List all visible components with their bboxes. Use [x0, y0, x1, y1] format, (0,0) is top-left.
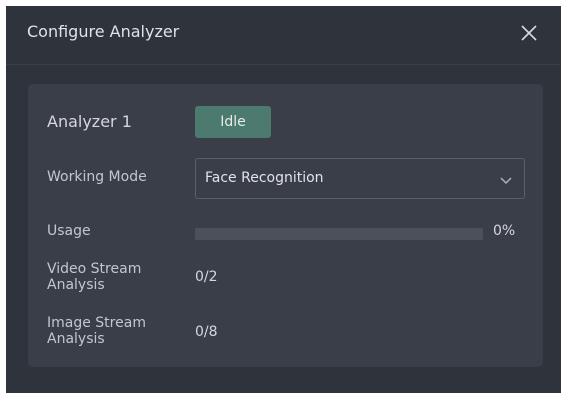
dialog-header: Configure Analyzer [6, 6, 561, 65]
analyzer-name: Analyzer 1 [47, 112, 132, 131]
working-mode-select[interactable]: Face Recognition [195, 158, 525, 199]
image-stream-value: 0/8 [195, 324, 218, 340]
usage-label: Usage [47, 223, 91, 239]
image-stream-label: Image Stream Analysis [47, 315, 187, 347]
configure-analyzer-dialog: Configure Analyzer Analyzer 1 Idle Worki… [6, 6, 561, 393]
working-mode-label: Working Mode [47, 169, 147, 185]
usage-percent: 0% [493, 223, 516, 239]
dialog-title: Configure Analyzer [27, 22, 180, 41]
video-stream-label-line2: Analysis [47, 277, 105, 293]
usage-progress-bar [195, 228, 483, 240]
close-button[interactable] [516, 20, 542, 46]
image-stream-label-line2: Analysis [47, 331, 105, 347]
close-icon [521, 25, 537, 41]
video-stream-label: Video Stream Analysis [47, 261, 187, 293]
video-stream-label-line1: Video Stream [47, 261, 142, 277]
chevron-down-icon [500, 177, 512, 185]
analyzer-panel: Analyzer 1 Idle Working Mode Face Recogn… [28, 84, 543, 367]
working-mode-value: Face Recognition [205, 170, 324, 186]
status-badge: Idle [195, 106, 271, 138]
image-stream-label-line1: Image Stream [47, 315, 146, 331]
video-stream-value: 0/2 [195, 269, 218, 285]
